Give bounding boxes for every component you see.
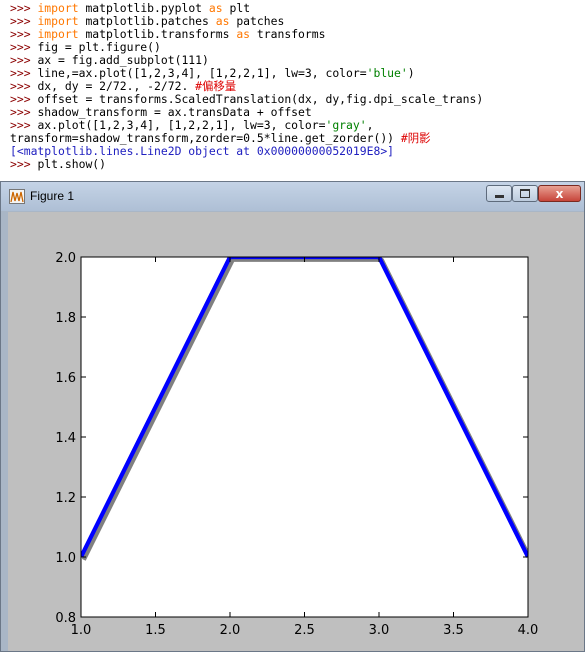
console-prompt: >>> bbox=[10, 118, 38, 132]
console-text: ax.plot([1,2,3,4], [1,2,2,1], lw=3, colo… bbox=[37, 118, 326, 132]
console-prompt: >>> bbox=[10, 66, 38, 80]
console-text: import bbox=[37, 1, 79, 15]
console-text: as bbox=[236, 27, 251, 41]
x-tick-label: 3.0 bbox=[369, 623, 390, 638]
console-text: transform=shadow_transform,zorder=0.5*li… bbox=[10, 131, 401, 145]
console-text: offset = transforms.ScaledTranslation(dx… bbox=[37, 92, 484, 106]
x-tick-label: 1.5 bbox=[145, 623, 166, 638]
axes-background bbox=[81, 257, 528, 617]
x-tick-label: 4.0 bbox=[518, 623, 539, 638]
console-text: matplotlib.patches bbox=[78, 14, 216, 28]
console-text: ) bbox=[407, 66, 415, 80]
y-tick-label: 1.0 bbox=[55, 551, 76, 566]
matplotlib-figure-icon bbox=[9, 189, 25, 204]
maximize-button[interactable] bbox=[512, 185, 538, 202]
console-text: [<matplotlib.lines.Line2D object at 0x00… bbox=[10, 144, 395, 158]
console-prompt: >>> bbox=[10, 105, 38, 119]
figure-canvas[interactable]: 1.0 1.5 2.0 2.5 3.0 3.5 4.0 0.8 1.0 1.2 1.4 1.6 1.8 2… bbox=[8, 212, 584, 651]
y-tick-label: 0.8 bbox=[55, 611, 76, 626]
console-prompt: >>> bbox=[10, 92, 38, 106]
y-tick-label: 2.0 bbox=[55, 251, 76, 266]
console-prompt: >>> bbox=[10, 53, 38, 67]
close-icon: x bbox=[555, 186, 564, 201]
console-text: #偏移量 bbox=[195, 79, 237, 93]
maximize-icon bbox=[520, 189, 530, 198]
console-text: import bbox=[37, 14, 79, 28]
x-tick-label: 2.5 bbox=[294, 623, 315, 638]
x-tick-label: 3.5 bbox=[443, 623, 464, 638]
y-tick-label: 1.6 bbox=[55, 371, 76, 386]
console-text: matplotlib.transforms bbox=[78, 27, 237, 41]
console-text: plt.show() bbox=[37, 157, 107, 171]
console-text: 'blue' bbox=[366, 66, 408, 80]
console-text: as bbox=[215, 14, 230, 28]
console-text: fig = plt.figure() bbox=[37, 40, 161, 54]
console-prompt: >>> bbox=[10, 1, 38, 15]
y-tick-label: 1.2 bbox=[55, 491, 76, 506]
console-text: patches bbox=[229, 14, 285, 28]
y-tick-label: 1.4 bbox=[55, 431, 76, 446]
console-prompt: >>> bbox=[10, 79, 38, 93]
line-chart: 1.0 1.5 2.0 2.5 3.0 3.5 4.00.81.01.21.41.61.82… bbox=[55, 251, 539, 638]
title-bar[interactable]: Figure 1 x bbox=[1, 182, 584, 211]
console-text: matplotlib.pyplot bbox=[78, 1, 209, 15]
close-button[interactable]: x bbox=[538, 185, 581, 202]
figure-window: Figure 1 x 1.0 1.5 2.0 2.5 3.0 3.5 4.0 0.8 1.0 1.… bbox=[0, 181, 585, 652]
console-text: transforms bbox=[250, 27, 326, 41]
y-tick-label: 1.8 bbox=[55, 311, 76, 326]
console-text: 'gray' bbox=[325, 118, 367, 132]
console-text: dx, dy = 2/72., -2/72. bbox=[37, 79, 196, 93]
console-prompt: >>> bbox=[10, 157, 38, 171]
minimize-button[interactable] bbox=[486, 185, 512, 202]
python-console[interactable]: >>> import matplotlib.pyplot as plt >>> i… bbox=[0, 0, 585, 180]
console-text: ax = fig.add_subplot(111) bbox=[37, 53, 209, 67]
console-line: >>> plt.show() bbox=[10, 158, 585, 171]
console-text: , bbox=[366, 118, 374, 132]
console-text: plt bbox=[222, 1, 251, 15]
x-tick-label: 2.0 bbox=[220, 623, 241, 638]
window-title: Figure 1 bbox=[30, 189, 75, 203]
console-prompt: >>> bbox=[10, 27, 38, 41]
console-prompt: >>> bbox=[10, 14, 38, 28]
console-prompt: >>> bbox=[10, 40, 38, 54]
console-text: #阴影 bbox=[400, 131, 431, 145]
console-text: as bbox=[208, 1, 223, 15]
console-text: import bbox=[37, 27, 79, 41]
console-text: line,=ax.plot([1,2,3,4], [1,2,2,1], lw=3… bbox=[37, 66, 367, 80]
minimize-icon bbox=[494, 195, 504, 198]
console-text: shadow_transform = ax.transData + offset bbox=[37, 105, 312, 119]
